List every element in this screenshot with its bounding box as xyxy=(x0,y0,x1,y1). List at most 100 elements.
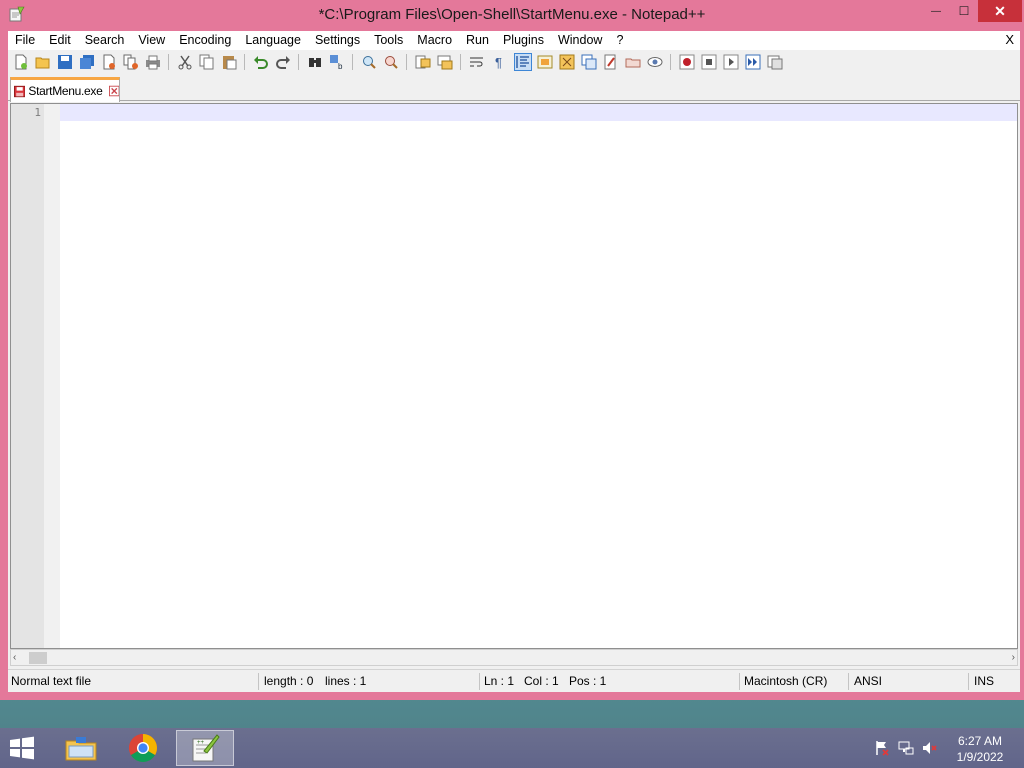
status-lines: lines : 1 xyxy=(325,674,367,688)
close-document-button[interactable]: X xyxy=(1005,32,1014,47)
status-encoding[interactable]: ANSI xyxy=(854,674,882,688)
taskbar-notepad-plus-plus[interactable]: ++ xyxy=(176,730,234,766)
menu-encoding[interactable]: Encoding xyxy=(172,31,238,50)
windows-start-icon[interactable] xyxy=(6,734,38,762)
close-all-icon[interactable] xyxy=(122,53,140,71)
tab-startmenu-exe[interactable]: StartMenu.exe xyxy=(10,77,120,102)
status-bar: Normal text file length : 0 lines : 1 Ln… xyxy=(8,669,1020,692)
window-title: *C:\Program Files\Open-Shell\StartMenu.e… xyxy=(318,6,706,23)
status-eol-format[interactable]: Macintosh (CR) xyxy=(744,674,827,688)
menu-search[interactable]: Search xyxy=(78,31,132,50)
svg-text:++: ++ xyxy=(197,740,205,746)
menu-view[interactable]: View xyxy=(131,31,172,50)
menu-plugins[interactable]: Plugins xyxy=(496,31,551,50)
toolbar-separator xyxy=(670,54,671,70)
paste-icon[interactable] xyxy=(220,53,238,71)
monitoring-eye-icon[interactable] xyxy=(646,53,664,71)
minimize-button[interactable]: — xyxy=(922,0,950,22)
redo-icon[interactable] xyxy=(274,53,292,71)
cut-icon[interactable] xyxy=(176,53,194,71)
file-explorer-icon xyxy=(65,737,97,761)
minimize-icon: — xyxy=(931,5,941,17)
menu-tools[interactable]: Tools xyxy=(367,31,410,50)
record-macro-icon[interactable] xyxy=(678,53,696,71)
current-line-highlight xyxy=(60,104,1017,121)
new-file-icon[interactable] xyxy=(12,53,30,71)
open-file-icon[interactable] xyxy=(34,53,52,71)
menu-settings[interactable]: Settings xyxy=(308,31,367,50)
stop-recording-icon[interactable] xyxy=(700,53,718,71)
title-bar[interactable]: *C:\Program Files\Open-Shell\StartMenu.e… xyxy=(0,0,1024,31)
menu-help[interactable]: ? xyxy=(609,31,630,50)
volume-muted-icon[interactable] xyxy=(922,740,938,756)
text-editor[interactable]: 1 xyxy=(10,103,1018,649)
menu-file[interactable]: File xyxy=(8,31,42,50)
unsaved-file-icon xyxy=(14,85,26,97)
undo-icon[interactable] xyxy=(252,53,270,71)
user-defined-language-icon[interactable] xyxy=(536,53,554,71)
indent-guide-icon[interactable] xyxy=(514,53,532,71)
scroll-right-arrow-icon[interactable]: › xyxy=(1003,652,1015,664)
scroll-left-arrow-icon[interactable]: ‹ xyxy=(13,652,25,664)
status-position: Pos : 1 xyxy=(569,674,607,688)
status-file-type: Normal text file xyxy=(11,674,92,688)
maximize-icon: ☐ xyxy=(958,4,970,18)
status-divider xyxy=(848,673,849,690)
playback-macro-icon[interactable] xyxy=(722,53,740,71)
taskbar-file-explorer[interactable] xyxy=(52,730,110,766)
function-list-icon[interactable] xyxy=(580,53,598,71)
menu-window[interactable]: Window xyxy=(551,31,609,50)
notepad-plus-plus-icon: ++ xyxy=(192,734,220,762)
copy-icon[interactable] xyxy=(198,53,216,71)
zoom-out-icon[interactable] xyxy=(382,53,400,71)
toolbar-separator xyxy=(460,54,461,70)
replace-icon[interactable]: b xyxy=(328,53,346,71)
action-center-flag-icon[interactable] xyxy=(874,740,890,756)
taskbar: ++ 6:27 AM 1/9/2022 xyxy=(0,728,1024,768)
tab-bar: StartMenu.exe xyxy=(8,75,1020,102)
word-wrap-icon[interactable] xyxy=(468,53,486,71)
menu-language[interactable]: Language xyxy=(238,31,308,50)
document-map-icon[interactable] xyxy=(558,53,576,71)
line-number: 1 xyxy=(34,106,41,119)
status-insert-mode[interactable]: INS xyxy=(974,674,994,688)
save-macro-icon[interactable] xyxy=(766,53,784,71)
sync-horizontal-icon[interactable] xyxy=(436,53,454,71)
system-clock[interactable]: 6:27 AM 1/9/2022 xyxy=(944,733,1016,765)
close-file-icon[interactable] xyxy=(100,53,118,71)
scroll-thumb[interactable] xyxy=(29,652,47,664)
toolbar: b ¶ xyxy=(8,50,1020,74)
tab-close-icon[interactable] xyxy=(108,85,119,97)
print-icon[interactable] xyxy=(144,53,162,71)
folder-as-workspace-icon[interactable] xyxy=(602,53,620,71)
status-divider xyxy=(479,673,480,690)
toolbar-separator xyxy=(298,54,299,70)
find-icon[interactable] xyxy=(306,53,324,71)
menu-edit[interactable]: Edit xyxy=(42,31,78,50)
close-window-button[interactable]: ✕ xyxy=(978,0,1022,22)
menu-macro[interactable]: Macro xyxy=(410,31,459,50)
clock-time: 6:27 AM xyxy=(957,734,1003,748)
status-length: length : 0 xyxy=(264,674,314,688)
network-icon[interactable] xyxy=(898,740,914,756)
show-all-characters-icon[interactable]: ¶ xyxy=(490,53,508,71)
fold-margin[interactable] xyxy=(44,104,60,648)
zoom-in-icon[interactable] xyxy=(360,53,378,71)
toolbar-separator xyxy=(406,54,407,70)
run-macro-multiple-icon[interactable] xyxy=(744,53,762,71)
toolbar-separator xyxy=(168,54,169,70)
status-divider xyxy=(258,673,259,690)
taskbar-chrome[interactable] xyxy=(114,730,172,766)
sync-vertical-icon[interactable] xyxy=(414,53,432,71)
notepad-window: *C:\Program Files\Open-Shell\StartMenu.e… xyxy=(0,0,1024,700)
toolbar-separator xyxy=(352,54,353,70)
maximize-button[interactable]: ☐ xyxy=(951,0,977,22)
horizontal-scrollbar[interactable]: ‹ › xyxy=(10,649,1018,666)
toolbar-separator xyxy=(244,54,245,70)
menu-bar: File Edit Search View Encoding Language … xyxy=(8,31,1020,50)
menu-run[interactable]: Run xyxy=(459,31,496,50)
tab-label: StartMenu.exe xyxy=(28,84,103,98)
save-icon[interactable] xyxy=(56,53,74,71)
save-all-icon[interactable] xyxy=(78,53,96,71)
folder-icon[interactable] xyxy=(624,53,642,71)
